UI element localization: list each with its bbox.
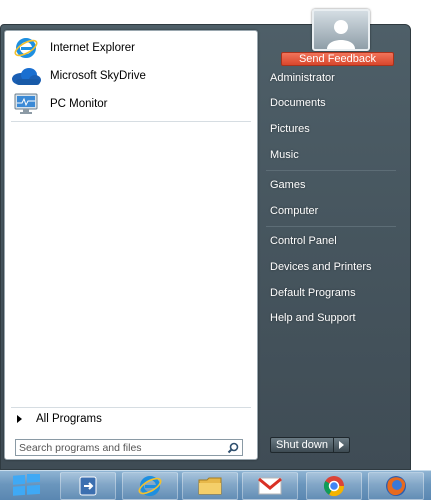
shutdown-control: Shut down [270,437,350,453]
firefox-icon [386,476,406,496]
search-field[interactable] [15,439,243,456]
link-games[interactable]: Games [270,179,305,191]
taskbar-firefox[interactable] [368,472,424,500]
link-music[interactable]: Music [270,149,299,161]
taskbar-explorer[interactable] [182,472,238,500]
link-computer[interactable]: Computer [270,205,318,217]
divider [266,226,396,227]
start-button[interactable] [6,473,46,499]
divider [11,407,251,408]
search-input[interactable] [16,440,224,455]
taskbar-file-transfer[interactable] [60,472,116,500]
monitor-icon [10,92,42,116]
internet-explorer-icon [10,36,42,60]
user-avatar[interactable] [312,9,370,51]
taskbar-chrome[interactable] [306,472,362,500]
link-help-and-support[interactable]: Help and Support [270,312,356,324]
send-feedback-button[interactable]: Send Feedback [281,52,394,66]
file-transfer-icon [79,476,97,496]
gmail-icon [258,477,282,495]
link-pictures[interactable]: Pictures [270,123,310,135]
chrome-icon [323,476,345,497]
arrow-right-icon [338,441,344,449]
program-internet-explorer[interactable]: Internet Explorer [10,35,254,61]
shutdown-options-button[interactable] [333,437,350,453]
user-silhouette-icon [327,20,355,49]
windows-logo-icon [13,474,40,496]
folder-icon [198,477,222,495]
taskbar-gmail[interactable] [242,472,298,500]
all-programs-label: All Programs [36,413,102,425]
divider [11,121,251,122]
program-pc-monitor[interactable]: PC Monitor [10,91,254,117]
all-programs-button[interactable]: All Programs [17,413,102,425]
link-default-programs[interactable]: Default Programs [270,287,356,299]
internet-explorer-icon [138,476,162,496]
shutdown-button[interactable]: Shut down [270,437,334,453]
divider [266,170,396,171]
link-control-panel[interactable]: Control Panel [270,235,337,247]
skydrive-cloud-icon [10,64,42,88]
link-documents[interactable]: Documents [270,97,326,109]
program-skydrive[interactable]: Microsoft SkyDrive [10,63,254,89]
taskbar-internet-explorer[interactable] [122,472,178,500]
taskbar [0,470,431,500]
program-label: Microsoft SkyDrive [50,70,146,82]
program-label: Internet Explorer [50,42,136,54]
arrow-right-icon [17,415,22,423]
link-administrator[interactable]: Administrator [270,72,335,84]
link-devices-and-printers[interactable]: Devices and Printers [270,261,372,273]
programs-pane: Internet Explorer Microsoft SkyDrive PC … [4,30,258,460]
search-icon[interactable] [224,440,242,455]
program-label: PC Monitor [50,98,108,110]
